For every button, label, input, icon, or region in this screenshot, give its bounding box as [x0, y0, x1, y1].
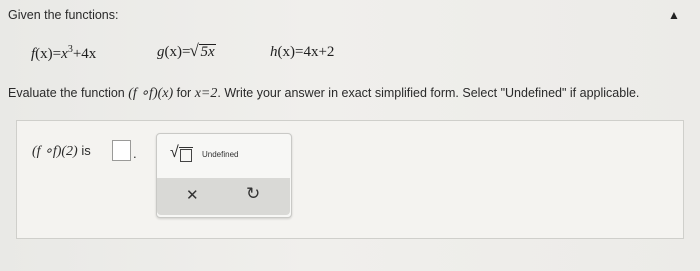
clear-button[interactable]: ✕ [186, 186, 199, 204]
redo-icon: ↻ [246, 184, 261, 203]
undo-button[interactable]: ↻ [246, 184, 260, 204]
intro-text: Given the functions: [8, 8, 119, 22]
mouse-cursor-icon: ▲ [668, 8, 680, 22]
answer-period: . [133, 146, 137, 161]
answer-card [16, 120, 684, 239]
function-g: g(x)=5x [157, 41, 216, 61]
function-f: f(x)=x3+4x [31, 44, 97, 62]
square-root-button[interactable]: √ [170, 144, 194, 164]
palette-action-bar [157, 178, 290, 215]
square-root-icon: √ [170, 144, 179, 161]
answer-input[interactable] [112, 140, 131, 161]
instruction-text: Evaluate the function (f ∘f)(x) for x=2.… [8, 86, 640, 101]
undefined-button[interactable]: Undefined [202, 150, 238, 159]
function-h: h(x)=4x+2 [270, 44, 335, 60]
x-icon: ✕ [186, 187, 199, 204]
answer-prompt: (f ∘f)(2) is [32, 143, 91, 159]
